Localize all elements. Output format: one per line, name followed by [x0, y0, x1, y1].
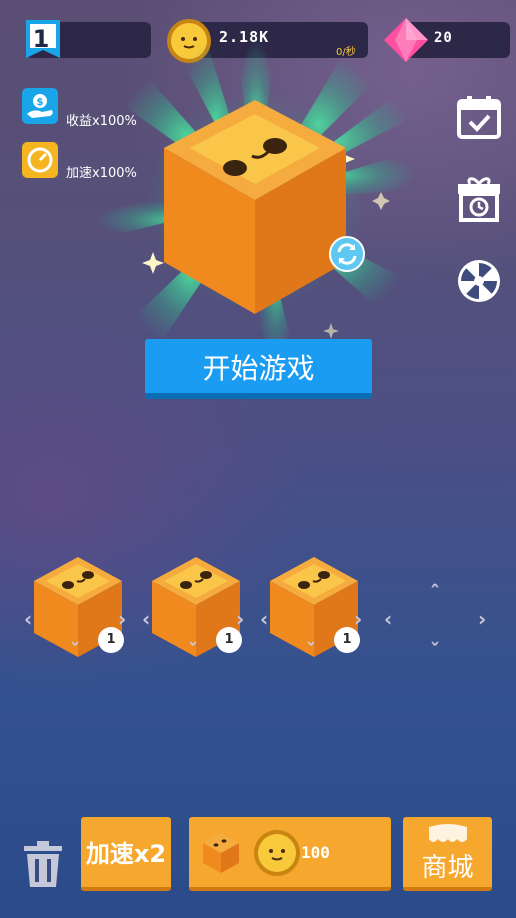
chevron-right-icon: ›: [118, 607, 127, 631]
coin-icon: [254, 830, 300, 876]
refresh-icon[interactable]: [329, 236, 365, 272]
speed-boost-button[interactable]: 加速x2: [81, 817, 171, 891]
shop-label: 商城: [421, 853, 474, 883]
shop-button[interactable]: 商城: [403, 817, 492, 891]
gem-amount: 20: [434, 30, 453, 46]
income-icon: $: [22, 88, 58, 124]
merge-slot[interactable]: 1 ‹ › ˇ: [10, 555, 128, 665]
chevron-left-icon: ‹: [384, 607, 393, 631]
chevron-right-icon: ›: [236, 607, 245, 631]
trash-icon[interactable]: [22, 840, 64, 888]
chevron-left-icon: ‹: [142, 607, 151, 631]
chevron-down-icon: ˇ: [430, 639, 440, 663]
chevron-right-icon: ›: [354, 607, 363, 631]
chevron-right-icon: ›: [478, 607, 487, 631]
cube-icon: [203, 833, 239, 873]
svg-text:$: $: [37, 97, 44, 108]
merge-slot[interactable]: 1 ‹ › ˇ: [128, 555, 246, 665]
chevron-up-icon: ˆ: [430, 581, 440, 605]
chevron-down-icon: ˇ: [188, 639, 198, 663]
buy-price: 100: [301, 843, 330, 862]
calendar-check-icon[interactable]: [456, 94, 502, 140]
player-level: 1: [32, 25, 50, 53]
chevron-down-icon: ˇ: [70, 639, 80, 663]
hero-cube[interactable]: [160, 96, 350, 318]
start-game-button[interactable]: 开始游戏: [145, 339, 372, 399]
speedometer-icon: [22, 142, 58, 178]
shop-awning-icon: [429, 824, 467, 842]
chevron-left-icon: ‹: [260, 607, 269, 631]
gift-clock-icon[interactable]: [456, 176, 502, 222]
chevron-left-icon: ‹: [24, 607, 33, 631]
chevron-down-icon: ˇ: [306, 639, 316, 663]
merge-slot[interactable]: 1 ‹ › ˇ: [246, 555, 364, 665]
lucky-wheel-icon[interactable]: [456, 258, 502, 304]
buy-cube-button[interactable]: 100: [189, 817, 391, 891]
merge-slot[interactable]: ‹ › ˆ ˇ: [364, 555, 486, 665]
